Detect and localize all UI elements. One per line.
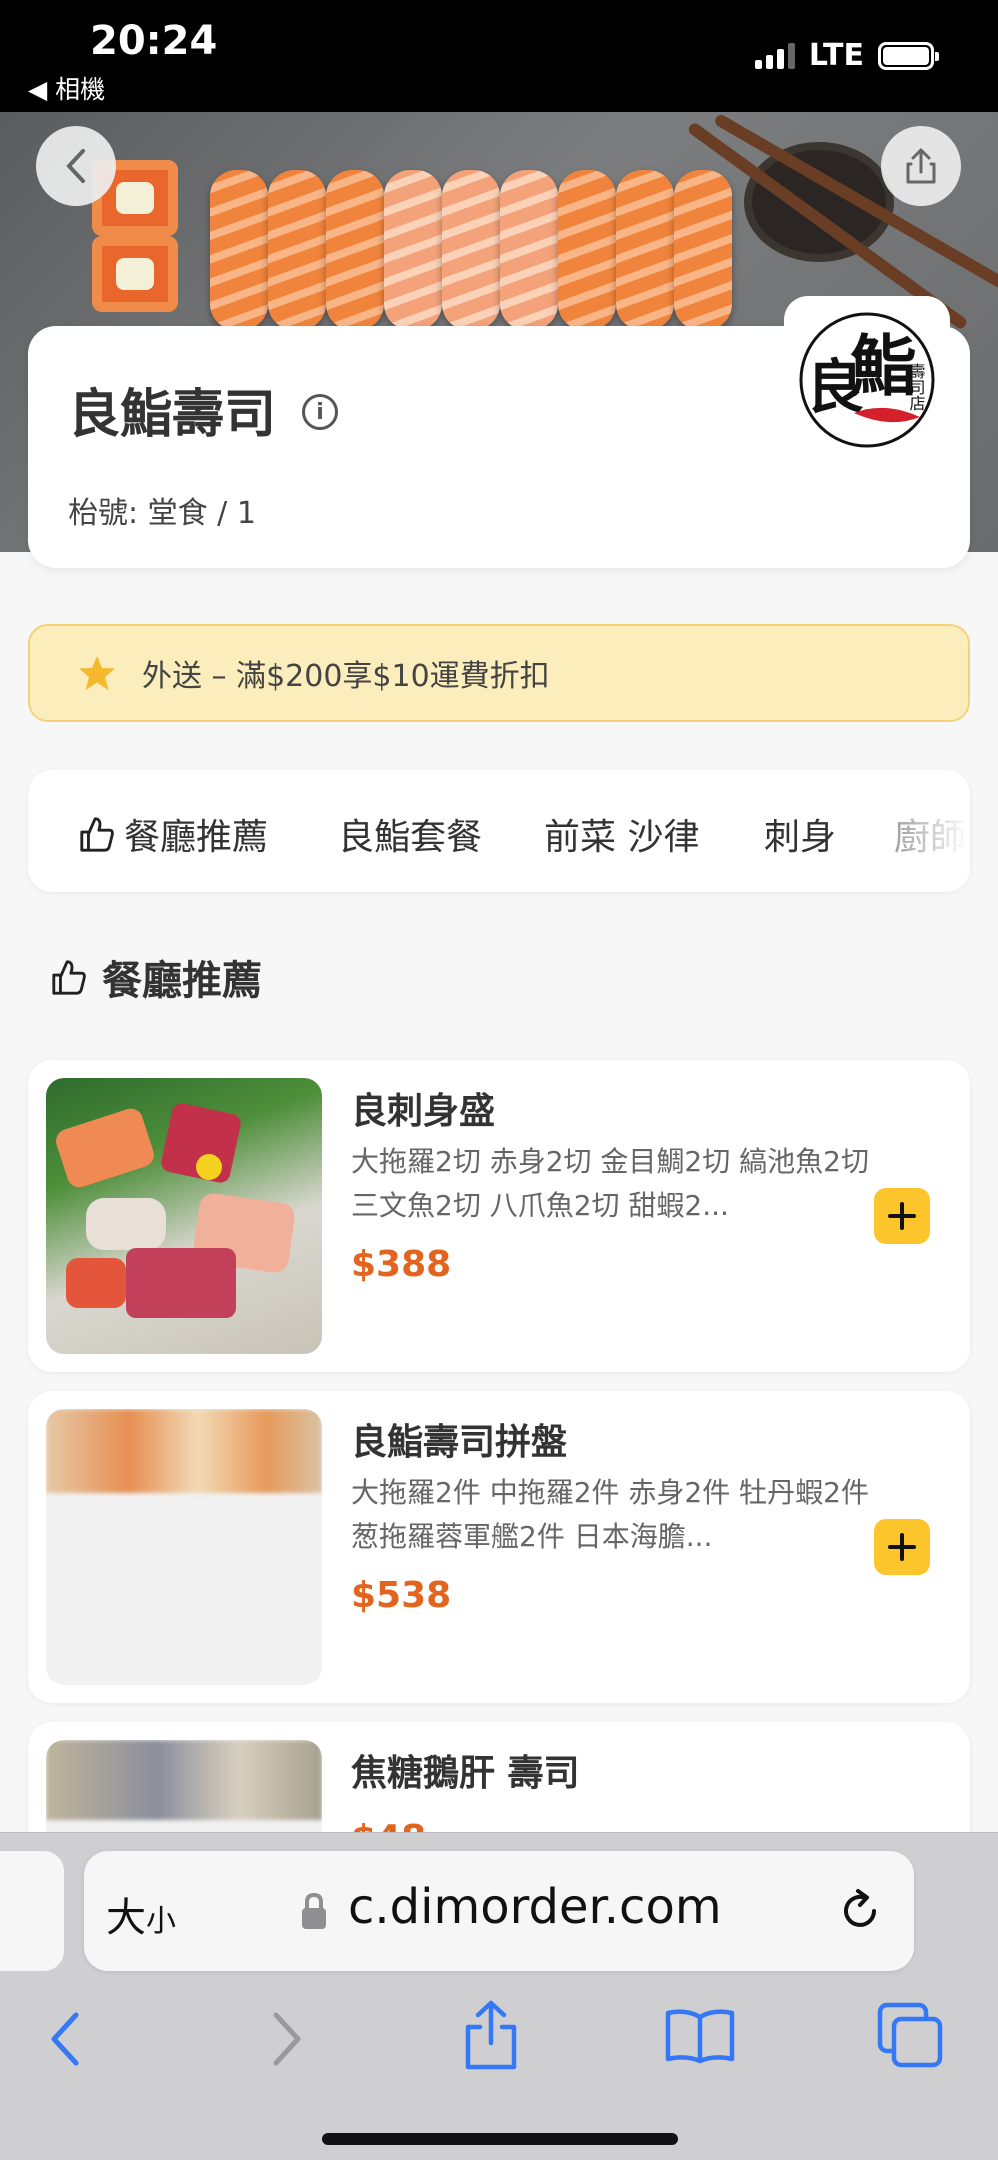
menu-item-card[interactable]: 良刺身盛 大拖羅2切 赤身2切 金目鯛2切 縞池魚2切 三文魚2切 八爪魚2切 … bbox=[28, 1060, 970, 1372]
share-button[interactable] bbox=[881, 126, 961, 206]
status-indicators: LTE bbox=[754, 38, 939, 73]
menu-item-card[interactable]: 良鮨壽司拼盤 大拖羅2件 中拖羅2件 赤身2件 牡丹蝦2件 葱拖羅蓉軍艦2件 日… bbox=[28, 1391, 970, 1703]
category-tab-set-meals[interactable]: 良鮨套餐 bbox=[338, 808, 482, 860]
promo-text: 外送 – 滿$200享$10運費折扣 bbox=[142, 659, 550, 694]
nigiri-image bbox=[442, 170, 500, 330]
nigiri-image bbox=[674, 170, 732, 330]
nigiri-image bbox=[616, 170, 674, 330]
browser-toolbar: 大小 c.dimorder.com bbox=[0, 1832, 998, 2160]
menu-item-name: 良刺身盛 bbox=[351, 1091, 496, 1132]
network-label: LTE bbox=[808, 38, 864, 73]
home-indicator bbox=[322, 2133, 678, 2145]
page: 20:24 ◀ 相機 LTE 良鮨壽司 i 枱號: 堂食 / 1 良 鮨 壽司店… bbox=[0, 0, 998, 2160]
nigiri-image bbox=[500, 170, 558, 330]
svg-text:壽司店: 壽司店 bbox=[907, 363, 926, 411]
add-to-cart-button[interactable] bbox=[874, 1519, 930, 1575]
tabs-icon[interactable] bbox=[876, 2001, 944, 2069]
browser-share-icon[interactable] bbox=[462, 1999, 520, 2071]
menu-item-description: 大拖羅2件 中拖羅2件 赤身2件 牡丹蝦2件 葱拖羅蓉軍艦2件 日本海膽... bbox=[351, 1476, 869, 1553]
info-icon[interactable]: i bbox=[302, 394, 338, 430]
back-to-app-link[interactable]: ◀ 相機 bbox=[28, 70, 105, 106]
thumbs-up-icon bbox=[52, 960, 86, 995]
menu-item-price: $538 bbox=[351, 1575, 452, 1616]
restaurant-logo: 良 鮨 壽司店 bbox=[784, 296, 950, 464]
restaurant-logo-image: 良 鮨 壽司店 bbox=[799, 312, 935, 448]
signal-icon bbox=[754, 42, 795, 69]
menu-item-name: 良鮨壽司拼盤 bbox=[351, 1422, 568, 1463]
menu-item-price: $388 bbox=[351, 1244, 452, 1285]
url-text: c.dimorder.com bbox=[348, 1879, 722, 1935]
plus-icon bbox=[888, 1202, 916, 1230]
status-time: 20:24 bbox=[90, 18, 218, 64]
star-icon bbox=[79, 656, 115, 690]
share-icon bbox=[906, 148, 936, 184]
category-tab-bar: 餐廳推薦 良鮨套餐 前菜 沙律 刺身 廚師 bbox=[28, 770, 970, 892]
menu-item-image bbox=[46, 1078, 322, 1354]
menu-item-description: 大拖羅2切 赤身2切 金目鯛2切 縞池魚2切 三文魚2切 八爪魚2切 甜蝦2..… bbox=[351, 1145, 869, 1222]
address-bar[interactable]: 大小 c.dimorder.com bbox=[84, 1851, 914, 1971]
text-size-large: 大 bbox=[106, 1895, 146, 1941]
previous-tab-address-bar[interactable] bbox=[0, 1851, 64, 1971]
lock-icon bbox=[302, 1892, 326, 1929]
category-tab-appetizers[interactable]: 前菜 沙律 bbox=[544, 808, 699, 860]
menu-item-image bbox=[46, 1409, 322, 1685]
category-tab-sashimi[interactable]: 刺身 bbox=[764, 808, 836, 860]
add-to-cart-button[interactable] bbox=[874, 1188, 930, 1244]
delivery-promo-banner[interactable]: 外送 – 滿$200享$10運費折扣 bbox=[28, 624, 970, 722]
thumbs-up-icon bbox=[80, 817, 114, 852]
category-tab-label: 餐廳推薦 bbox=[124, 817, 269, 858]
section-title-text: 餐廳推薦 bbox=[102, 958, 262, 1004]
chevron-left-icon bbox=[66, 149, 85, 183]
battery-icon bbox=[878, 41, 939, 70]
section-title: 餐廳推薦 bbox=[50, 948, 262, 1006]
table-number: 枱號: 堂食 / 1 bbox=[68, 496, 256, 531]
bookmarks-icon[interactable] bbox=[664, 2007, 736, 2065]
plus-icon bbox=[888, 1533, 916, 1561]
category-tab-recommended[interactable]: 餐廳推薦 bbox=[78, 808, 268, 860]
text-size-small: 小 bbox=[146, 1904, 176, 1939]
text-size-button[interactable]: 大小 bbox=[106, 1885, 176, 1943]
browser-back-icon[interactable] bbox=[46, 2009, 86, 2069]
reload-icon[interactable] bbox=[834, 1885, 886, 1937]
sushi-roll-image bbox=[92, 236, 178, 312]
nigiri-image bbox=[558, 170, 616, 330]
nigiri-image bbox=[210, 170, 268, 330]
browser-forward-icon[interactable] bbox=[266, 2009, 306, 2069]
status-bar: 20:24 ◀ 相機 LTE bbox=[0, 0, 998, 112]
scroll-fade bbox=[890, 770, 970, 892]
nigiri-image bbox=[268, 170, 326, 330]
menu-item-name: 焦糖鵝肝 壽司 bbox=[351, 1753, 580, 1794]
back-button[interactable] bbox=[36, 126, 116, 206]
restaurant-name: 良鮨壽司 bbox=[68, 385, 277, 445]
nigiri-image bbox=[326, 170, 384, 330]
nigiri-image bbox=[384, 170, 442, 330]
